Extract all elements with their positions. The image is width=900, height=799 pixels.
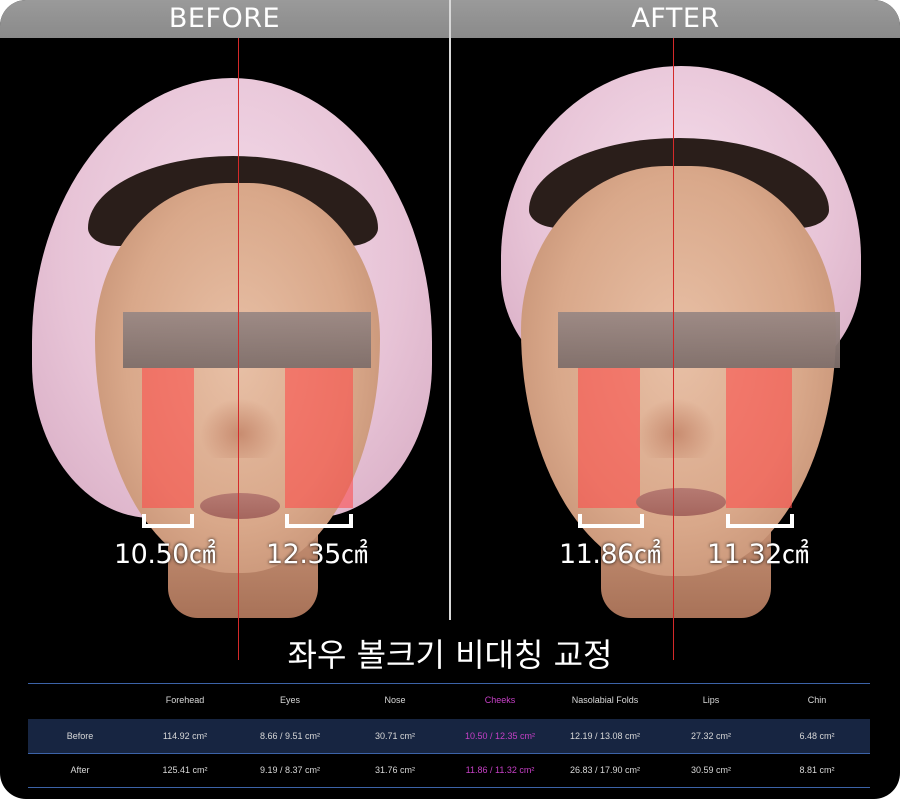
cell-lips: 30.59 cm² (690, 765, 732, 775)
before-photo: 10.50㎠ 12.35㎠ (0, 38, 449, 620)
left-cheek-overlay (578, 368, 640, 508)
left-cheek-bracket (142, 514, 194, 528)
header-cell-nasolabial-folds: Nasolabial Folds (571, 695, 639, 705)
header-cell-label (28, 683, 132, 717)
right-cheek-measurement: 12.35㎠ (266, 539, 368, 570)
left-cheek-overlay (142, 368, 194, 508)
cell-chin: 8.81 cm² (799, 765, 835, 775)
table-header-row: Forehead Eyes Nose Cheeks Nasolabial Fol… (28, 683, 870, 717)
left-cheek-bracket (578, 514, 644, 528)
before-label: BEFORE (168, 3, 281, 34)
cell-cheeks: 10.50 / 12.35 cm² (464, 731, 536, 741)
left-cheek-measurement: 11.86㎠ (559, 539, 661, 570)
cell-forehead: 114.92 cm² (162, 731, 208, 741)
cell-nasolabial-folds: 12.19 / 13.08 cm² (569, 731, 641, 741)
cell-eyes: 8.66 / 9.51 cm² (259, 731, 321, 741)
after-photo: 11.86㎠ 11.32㎠ (451, 38, 900, 620)
row-label: Before (66, 731, 94, 741)
cell-cheeks: 11.86 / 11.32 cm² (465, 765, 535, 775)
cell-nasolabial-folds: 26.83 / 17.90 cm² (569, 765, 641, 775)
right-cheek-bracket (285, 514, 353, 528)
right-cheek-overlay (285, 368, 353, 508)
header-cell-forehead: Forehead (165, 695, 205, 705)
table-row: After 125.41 cm² 9.19 / 8.37 cm² 31.76 c… (28, 753, 870, 787)
cell-forehead: 125.41 cm² (162, 765, 208, 775)
nose (636, 398, 716, 458)
nose (200, 398, 280, 458)
cell-eyes: 9.19 / 8.37 cm² (259, 765, 321, 775)
cell-lips: 27.32 cm² (690, 731, 732, 741)
figure-title: 좌우 볼크기 비대칭 교정 (287, 636, 613, 674)
header-cell-eyes: Eyes (279, 695, 300, 705)
left-cheek-measurement: 10.50㎠ (114, 539, 216, 570)
header-cell-lips: Lips (702, 695, 720, 705)
cell-chin: 6.48 cm² (799, 731, 835, 741)
after-label: AFTER (631, 3, 720, 34)
before-midline (238, 38, 239, 660)
mouth (200, 493, 280, 519)
right-cheek-bracket (726, 514, 794, 528)
after-midline (673, 38, 674, 660)
eye-blur-bar (558, 312, 840, 368)
table-row: Before 114.92 cm² 8.66 / 9.51 cm² 30.71 … (28, 719, 870, 753)
cell-nose: 30.71 cm² (374, 731, 416, 741)
eye-blur-bar (123, 312, 371, 368)
mouth (636, 488, 726, 516)
right-cheek-overlay (726, 368, 792, 508)
cell-nose: 31.76 cm² (374, 765, 416, 775)
panel-divider (449, 0, 451, 620)
right-cheek-measurement: 11.32㎠ (707, 539, 809, 570)
header-cell-cheeks: Cheeks (484, 695, 516, 705)
header-cell-chin: Chin (807, 695, 827, 705)
comparison-figure: BEFORE AFTER 10.50㎠ 12.35㎠ 11.86㎠ 11.32㎠ (0, 0, 900, 799)
header-cell-nose: Nose (384, 695, 406, 705)
row-label: After (70, 765, 90, 775)
table-bottom-line (28, 787, 870, 788)
